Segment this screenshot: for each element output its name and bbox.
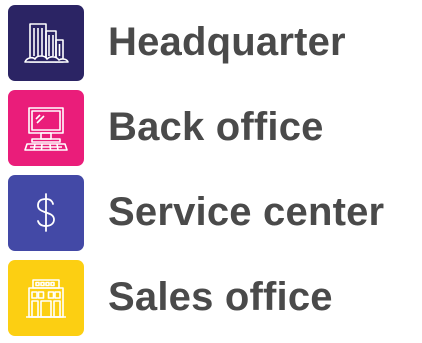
- dollar-sign-icon: [37, 192, 55, 232]
- office-towers-icon: [24, 22, 69, 63]
- location-type-legend: Headquarter Back office Service center S…: [0, 0, 422, 343]
- legend-item-sales-office: Sales office: [8, 259, 333, 336]
- legend-label: Service center: [108, 190, 385, 234]
- shop-building-icon: [26, 278, 66, 318]
- headquarter-tile: [8, 4, 84, 81]
- legend-item-back-office: Back office: [8, 89, 324, 166]
- legend-label: Back office: [108, 105, 324, 149]
- sales-office-tile: [8, 259, 84, 336]
- back-office-tile: [8, 89, 84, 166]
- legend-item-service-center: Service center: [8, 174, 384, 251]
- desktop-computer-icon: [24, 106, 68, 151]
- legend-label: Headquarter: [108, 20, 346, 64]
- legend-label: Sales office: [108, 275, 333, 319]
- legend-item-headquarter: Headquarter: [8, 4, 346, 81]
- service-center-tile: [8, 174, 84, 251]
